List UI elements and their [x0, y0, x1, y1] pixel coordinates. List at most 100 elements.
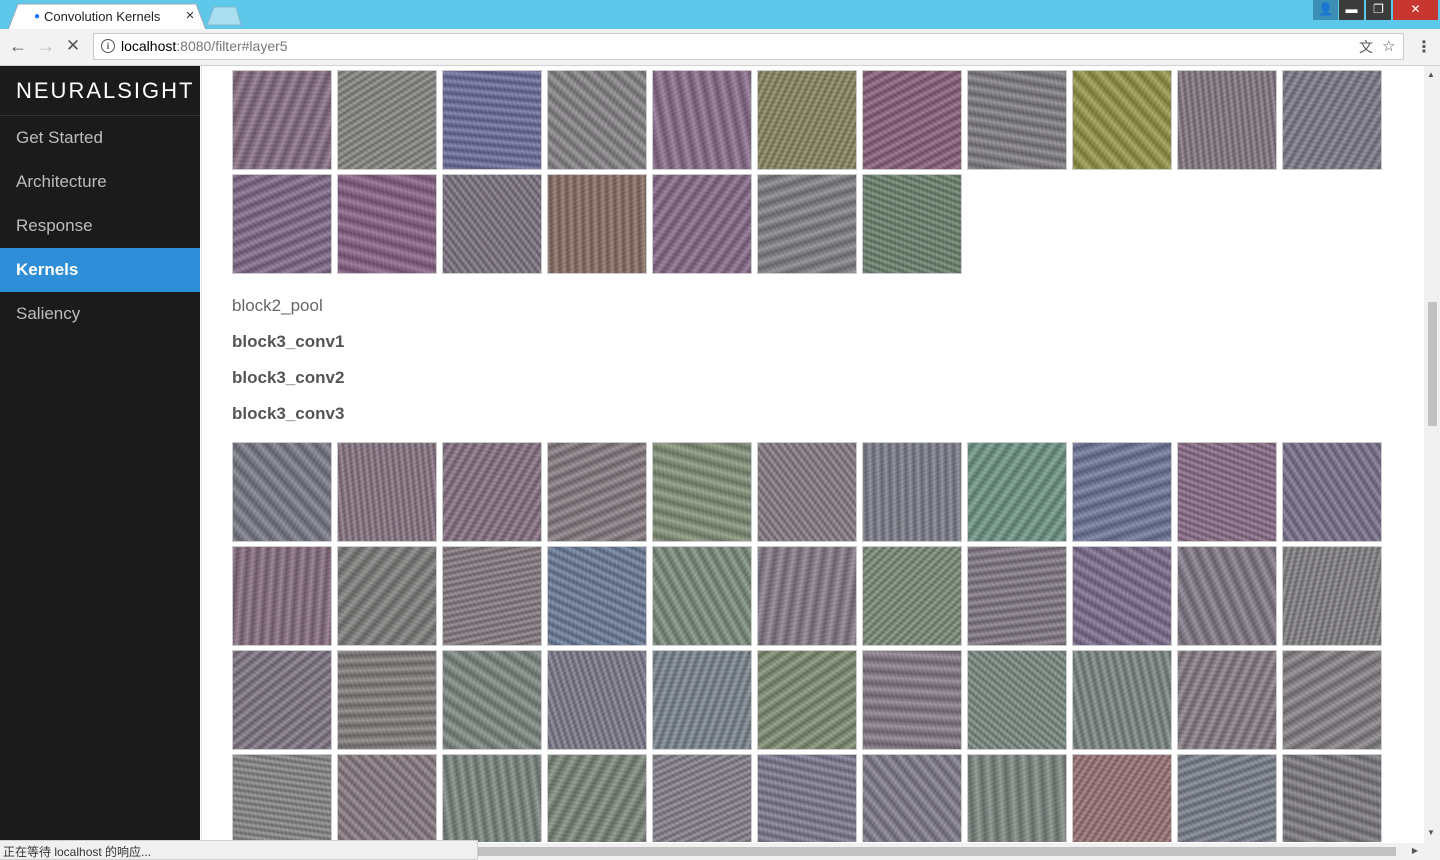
- layer-label-block3-conv1[interactable]: block3_conv1: [232, 332, 344, 352]
- kernel-tile[interactable]: [337, 174, 437, 274]
- kernel-tile[interactable]: [232, 442, 332, 542]
- kernel-tile[interactable]: [1177, 546, 1277, 646]
- vertical-scrollbar[interactable]: ▲ ▼: [1424, 66, 1440, 842]
- kernel-tile[interactable]: [1282, 754, 1382, 842]
- translate-icon[interactable]: 文: [1359, 37, 1373, 57]
- kernel-tile[interactable]: [652, 546, 752, 646]
- kernel-tile[interactable]: [232, 174, 332, 274]
- new-tab-button[interactable]: [206, 6, 242, 26]
- kernel-tile[interactable]: [757, 650, 857, 750]
- kernel-tile[interactable]: [757, 70, 857, 170]
- kernel-tile[interactable]: [442, 546, 542, 646]
- kernel-tile[interactable]: [547, 650, 647, 750]
- kernel-tile[interactable]: [652, 650, 752, 750]
- browser-tab-active[interactable]: ● Convolution Kernels ×: [8, 3, 208, 30]
- kernel-tile[interactable]: [862, 442, 962, 542]
- kernel-tile[interactable]: [1072, 70, 1172, 170]
- kernel-tile[interactable]: [967, 650, 1067, 750]
- brand-logo[interactable]: NEURALSIGHT: [0, 66, 200, 116]
- layer-label-block3-conv2[interactable]: block3_conv2: [232, 368, 344, 388]
- scroll-up-icon[interactable]: ▲: [1427, 70, 1435, 79]
- kernel-tile[interactable]: [1282, 546, 1382, 646]
- kernel-tile[interactable]: [1282, 70, 1382, 170]
- kernel-tile[interactable]: [442, 70, 542, 170]
- scroll-down-icon[interactable]: ▼: [1427, 828, 1435, 837]
- restore-button[interactable]: ❐: [1365, 0, 1391, 20]
- sidebar-item-saliency[interactable]: Saliency: [0, 292, 200, 336]
- kernel-tile[interactable]: [547, 70, 647, 170]
- loading-favicon-icon: ●: [34, 11, 41, 22]
- kernel-tile[interactable]: [967, 70, 1067, 170]
- kernel-grid-block2-conv2: [232, 70, 1382, 274]
- horizontal-scroll-thumb[interactable]: [478, 847, 1396, 856]
- kernel-tile[interactable]: [1072, 546, 1172, 646]
- sidebar-item-get-started[interactable]: Get Started: [0, 116, 200, 160]
- kernel-tile[interactable]: [757, 442, 857, 542]
- kernel-tile[interactable]: [862, 754, 962, 842]
- kernel-tile[interactable]: [1072, 650, 1172, 750]
- kernel-tile[interactable]: [232, 650, 332, 750]
- kernel-tile[interactable]: [232, 754, 332, 842]
- kernel-tile[interactable]: [1072, 442, 1172, 542]
- sidebar-item-kernels[interactable]: Kernels: [0, 248, 200, 292]
- menu-icon[interactable]: ⋮: [1416, 37, 1432, 57]
- kernel-tile[interactable]: [1072, 754, 1172, 842]
- kernel-tile[interactable]: [337, 650, 437, 750]
- vertical-scroll-thumb[interactable]: [1428, 302, 1437, 426]
- kernel-tile[interactable]: [337, 442, 437, 542]
- kernel-tile[interactable]: [757, 174, 857, 274]
- stop-icon[interactable]: ✕: [62, 36, 84, 58]
- kernel-tile[interactable]: [547, 174, 647, 274]
- kernel-grid-block3-conv3: [232, 442, 1382, 842]
- kernel-tile[interactable]: [442, 754, 542, 842]
- browser-titlebar: ● Convolution Kernels × 👤 ▬ ❐ ✕: [0, 0, 1440, 30]
- forward-arrow-icon[interactable]: →: [35, 36, 57, 58]
- sidebar-item-architecture[interactable]: Architecture: [0, 160, 200, 204]
- kernel-tile[interactable]: [967, 754, 1067, 842]
- kernel-tile[interactable]: [652, 754, 752, 842]
- kernel-tile[interactable]: [337, 754, 437, 842]
- address-bar[interactable]: i localhost:8080/filter#layer5 文 ☆: [93, 33, 1404, 60]
- kernel-tile[interactable]: [547, 546, 647, 646]
- kernel-tile[interactable]: [862, 174, 962, 274]
- kernel-tile[interactable]: [1282, 442, 1382, 542]
- kernel-tile[interactable]: [967, 442, 1067, 542]
- layer-label-block3-conv3[interactable]: block3_conv3: [232, 404, 344, 424]
- kernel-tile[interactable]: [757, 546, 857, 646]
- scroll-right-icon[interactable]: ▶: [1412, 846, 1418, 855]
- kernel-tile[interactable]: [442, 442, 542, 542]
- kernel-tile[interactable]: [232, 70, 332, 170]
- kernel-tile[interactable]: [757, 754, 857, 842]
- back-arrow-icon[interactable]: ←: [7, 36, 29, 58]
- kernel-tile[interactable]: [1177, 70, 1277, 170]
- kernel-tile[interactable]: [1177, 754, 1277, 842]
- kernel-tile[interactable]: [652, 70, 752, 170]
- kernel-tile[interactable]: [862, 70, 962, 170]
- kernel-tile[interactable]: [232, 546, 332, 646]
- profile-icon[interactable]: 👤: [1312, 0, 1338, 20]
- kernel-tile[interactable]: [862, 650, 962, 750]
- info-icon[interactable]: i: [101, 39, 115, 53]
- kernel-tile[interactable]: [547, 442, 647, 542]
- url-path: :8080/filter#layer5: [176, 38, 288, 54]
- kernel-tile[interactable]: [862, 546, 962, 646]
- horizontal-scrollbar[interactable]: ▶: [478, 843, 1424, 860]
- kernel-tile[interactable]: [442, 174, 542, 274]
- kernel-tile[interactable]: [337, 546, 437, 646]
- minimize-button[interactable]: ▬: [1338, 0, 1364, 20]
- star-icon[interactable]: ☆: [1382, 37, 1395, 55]
- kernel-tile[interactable]: [442, 650, 542, 750]
- kernel-tile[interactable]: [652, 442, 752, 542]
- kernel-tile[interactable]: [1282, 650, 1382, 750]
- kernel-tile[interactable]: [547, 754, 647, 842]
- kernel-tile[interactable]: [652, 174, 752, 274]
- sidebar: NEURALSIGHT Get Started Architecture Respo…: [0, 66, 200, 860]
- close-window-button[interactable]: ✕: [1392, 0, 1438, 20]
- kernel-tile[interactable]: [1177, 650, 1277, 750]
- sidebar-item-response[interactable]: Response: [0, 204, 200, 248]
- tab-close-button[interactable]: ×: [182, 7, 198, 24]
- kernel-tile[interactable]: [1177, 442, 1277, 542]
- kernel-tile[interactable]: [967, 546, 1067, 646]
- kernel-tile[interactable]: [337, 70, 437, 170]
- url-text[interactable]: localhost:8080/filter#layer5: [121, 38, 288, 54]
